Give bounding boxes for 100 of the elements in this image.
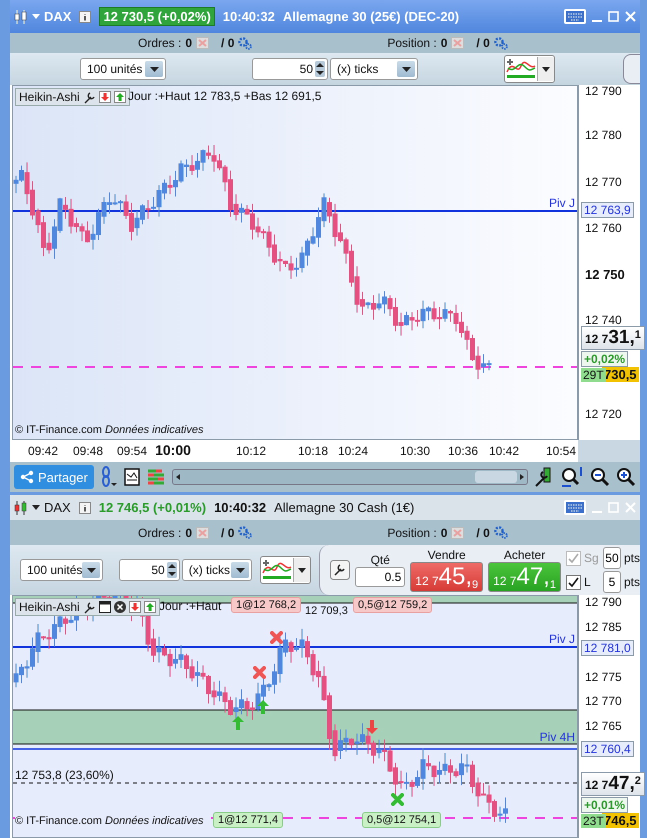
price-label: 746,5 [602,813,639,828]
orders-label: Ordres : [138,526,182,540]
keyboard-icon[interactable] [564,500,586,515]
indicator-button[interactable] [260,556,312,584]
instrument-name: Allemagne 30 Cash (1€) [274,500,414,515]
side-panel-tab[interactable] [623,54,640,84]
share-icon [20,470,34,484]
quantity-dropdown[interactable]: 100 unités [20,559,104,581]
candlestick-icon[interactable] [14,500,28,516]
time-tick-label: 10:54 [546,444,576,458]
increment-icon[interactable] [166,562,177,570]
chart-style-label: Heikin-Ashi [19,90,80,104]
price-tick-label: 12 770 [585,694,622,708]
close-circle-icon[interactable] [114,601,126,613]
pivot-label: Piv J [548,632,575,646]
points-field[interactable]: 5 [602,571,621,593]
instrument-name: Allemagne 30 (25€) (DEC-20) [282,9,460,24]
order-tag[interactable]: 1@12 768,2 [231,597,302,613]
chart-style-label: Heikin-Ashi [19,600,80,614]
count-value: 0 [440,526,448,540]
zoom-in-icon[interactable] [616,467,636,487]
increment-icon[interactable] [315,61,325,69]
total-value: / 0 [221,526,234,540]
order-tag[interactable]: 0,5@12 759,2 [353,597,432,613]
price-tick-label: 12 790 [585,84,622,98]
unit-dropdown[interactable]: (x) ticks [182,559,252,581]
price-tick-label: 12 765 [585,719,622,733]
scroll-thumb[interactable] [475,471,517,483]
last-price-label: 12 747,$^{2}$ [581,772,645,796]
document-icon[interactable] [124,468,140,486]
cross-marker-icon [391,793,404,806]
gear-icon[interactable] [238,36,252,50]
price-tick-label: 12 720 [585,407,622,421]
unit-label: pts [624,551,640,565]
pivot-label: Piv 4H [540,730,575,744]
decrement-icon[interactable] [166,570,177,578]
quantity-dropdown[interactable]: 100 unités [80,58,166,80]
order-tag[interactable]: 1@12 771,4 [213,812,284,828]
total-value: / 0 [476,36,490,50]
change-label: +0,01% [581,797,628,813]
total-value: / 0 [221,36,234,50]
option-label: L [584,575,592,589]
copyright-label: © IT-Finance.com Données indicatives [15,424,204,436]
gear-icon[interactable] [238,526,252,539]
wrench-icon[interactable] [82,600,96,614]
gear-icon[interactable] [494,526,508,539]
link-icon[interactable] [100,466,118,488]
order-tag[interactable]: 0,5@12 754,1 [362,812,442,828]
range-label: Jour :+Haut [159,599,222,613]
tick-count-label: 23T [581,814,606,828]
count-value: 0 [185,36,192,50]
quantity-field[interactable]: 0.5 [355,567,406,587]
price-tick-label: 12 775 [585,670,622,684]
quantity-label: Qté [370,553,390,567]
orders-label: Ordres : [138,36,182,50]
orders-label: Position : [387,36,437,50]
window-icon[interactable] [98,601,111,613]
time-label: 10:40:32 [222,9,275,24]
caret-icon[interactable] [542,66,550,72]
price-tick-label: 12 760 [585,221,622,235]
unit-dropdown[interactable]: (x) ticks [330,58,418,80]
close-icon[interactable] [625,11,636,22]
wrench-icon[interactable] [82,90,96,104]
step-field[interactable]: 50 [252,58,328,80]
symbol-label[interactable]: DAX [44,500,71,515]
caret-icon[interactable] [298,568,306,572]
horizontal-scrollbar[interactable] [172,469,528,485]
price-tick-label: 12 740 [585,313,622,327]
up-arrow-icon[interactable] [144,601,156,613]
range-label: Jour :+Haut 12 783,5 +Bas 12 691,5 [128,89,322,103]
info-icon[interactable] [78,502,91,514]
caret-icon[interactable] [32,505,40,510]
up-arrow-icon[interactable] [114,91,126,103]
up-arrow-icon [257,700,269,714]
indicator-button[interactable] [504,55,555,83]
candlestick-icon[interactable] [14,8,28,24]
step-field[interactable]: 50 [119,559,180,581]
time-tick-label: 10:18 [298,444,328,458]
keyboard-icon[interactable] [564,9,586,24]
time-tick-label: 10:36 [448,444,478,458]
cross-marker-icon [253,666,266,679]
pivot-price-label: 12 763,9 [581,202,634,218]
change-label: +0,02% [581,351,628,367]
down-arrow-icon[interactable] [98,91,111,103]
price-label: 730,5 [602,367,639,382]
gear-icon[interactable] [494,36,508,50]
zoom-fit-icon[interactable] [560,466,584,488]
zoom-out-icon[interactable] [590,467,610,487]
pivot-price-label: 12 781,0 [581,640,634,656]
down-arrow-icon[interactable] [128,601,141,613]
wrench-icon[interactable] [330,560,350,580]
price-tick-label: 12 770 [585,175,622,189]
maximize-icon[interactable] [608,11,619,22]
price-tick-label: 12 785 [585,620,622,634]
checkbox[interactable] [566,574,581,590]
info-icon[interactable] [79,10,92,22]
time-tick-label: 09:42 [28,444,58,458]
decrement-icon[interactable] [315,69,325,77]
price-text: 12 709,3 [303,605,350,617]
count-value: 0 [440,36,448,50]
